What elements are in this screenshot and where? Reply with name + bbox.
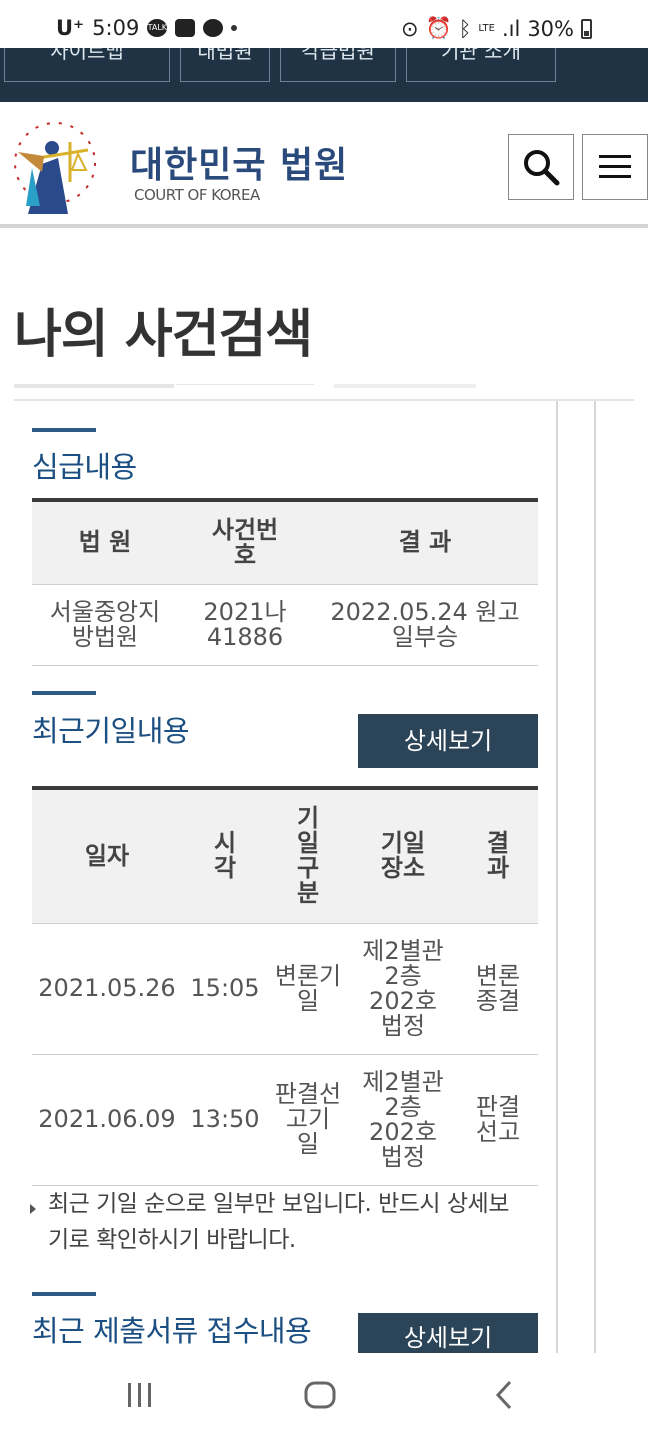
panel-border bbox=[556, 401, 558, 1353]
court-emblem-icon[interactable] bbox=[2, 110, 108, 216]
table-header-row: 법 원 사건번 호 결 과 bbox=[32, 500, 538, 585]
lower-instance-table: 법 원 사건번 호 결 과 서울중앙지 방법원 2021나 41886 2022… bbox=[32, 498, 538, 666]
back-button[interactable] bbox=[482, 1373, 526, 1417]
place-cell: 제2별관 2층 202호 법정 bbox=[348, 1054, 458, 1186]
section-accent-bar bbox=[32, 691, 96, 695]
recent-dates-table: 일자 시 각 기 일 구 분 기일 장소 결 과 2021.05.26 15:0… bbox=[32, 786, 538, 1186]
clock: 5:09 bbox=[92, 16, 140, 40]
tab-strip-segment bbox=[176, 384, 314, 388]
logo-subtitle: COURT OF KOREA bbox=[134, 186, 260, 204]
column-header-case-no: 사건번 호 bbox=[178, 500, 312, 585]
recent-apps-icon bbox=[128, 1383, 151, 1407]
notification-dot-icon bbox=[231, 25, 238, 31]
hamburger-menu-icon bbox=[599, 155, 631, 178]
top-nav-label: 대법원 bbox=[197, 48, 253, 63]
battery-percent: 30% bbox=[527, 16, 574, 41]
type-cell: 변론기 일 bbox=[268, 923, 348, 1055]
case-number-link[interactable]: 2021나 41886 bbox=[178, 584, 312, 666]
time-cell: 13:50 bbox=[182, 1054, 268, 1186]
header-label: 결 과 bbox=[398, 528, 452, 557]
time-cell: 15:05 bbox=[182, 923, 268, 1055]
header-label: 법 원 bbox=[78, 528, 132, 557]
top-nav-button-sitemap[interactable]: 사이트맵 bbox=[4, 48, 170, 82]
recent-apps-button[interactable] bbox=[118, 1373, 162, 1417]
status-left: U⁺ 5:09 TALK bbox=[56, 16, 238, 40]
section-accent-bar bbox=[32, 428, 96, 432]
column-header-place: 기일 장소 bbox=[348, 788, 458, 924]
table-row: 2021.06.09 13:50 판결선 고기 일 제2별관 2층 202호 법… bbox=[32, 1054, 538, 1186]
recent-dates-detail-button[interactable]: 상세보기 bbox=[358, 714, 538, 768]
top-nav-button-courts[interactable]: 각급법원 bbox=[280, 48, 396, 82]
back-icon bbox=[495, 1380, 512, 1410]
site-header: 대한민국 법원 COURT OF KOREA bbox=[0, 102, 648, 228]
recent-documents-detail-button[interactable]: 상세보기 bbox=[358, 1313, 538, 1353]
gallery-icon bbox=[175, 19, 196, 37]
tab-strip-segment bbox=[14, 384, 174, 388]
carrier-label: U⁺ bbox=[56, 16, 85, 40]
top-nav-label: 각급법원 bbox=[301, 48, 375, 63]
header-label: 사건번 호 bbox=[211, 515, 279, 569]
top-navigation: 사이트맵 대법원 각급법원 기관 소개 bbox=[0, 48, 648, 102]
column-header-result: 결 과 bbox=[458, 788, 538, 924]
chat-icon: TALK bbox=[147, 19, 168, 37]
top-nav-label: 사이트맵 bbox=[50, 48, 124, 63]
column-header-result: 결 과 bbox=[312, 500, 538, 585]
table-row: 서울중앙지 방법원 2021나 41886 2022.05.24 원고 일부승 bbox=[32, 584, 538, 666]
panel-border bbox=[594, 401, 596, 1353]
header-label: 일자 bbox=[84, 841, 130, 870]
date-cell: 2021.05.26 bbox=[32, 923, 182, 1055]
page-title: 나의 사건검색 bbox=[14, 305, 313, 365]
menu-button[interactable] bbox=[582, 134, 648, 200]
date-cell: 2021.06.09 bbox=[32, 1054, 182, 1186]
logo-title[interactable]: 대한민국 법원 bbox=[130, 136, 348, 188]
alarm-icon: ⏰ bbox=[425, 16, 452, 40]
bullet-arrow-icon bbox=[30, 1204, 36, 1214]
status-bar: U⁺ 5:09 TALK ⊙ ⏰ ᛒ LTE .ıl 30% bbox=[0, 0, 648, 48]
tab-strip-border bbox=[14, 399, 634, 401]
home-button[interactable] bbox=[298, 1373, 342, 1417]
result-cell: 2022.05.24 원고 일부승 bbox=[312, 584, 538, 666]
search-button[interactable] bbox=[508, 134, 574, 200]
column-header-date: 일자 bbox=[32, 788, 182, 924]
top-nav-button-supreme-court[interactable]: 대법원 bbox=[180, 48, 270, 82]
lock-icon: ⊙ bbox=[400, 16, 419, 41]
system-navigation-bar bbox=[0, 1353, 648, 1440]
signal-icon: .ıl bbox=[501, 16, 521, 41]
place-cell: 제2별관 2층 202호 법정 bbox=[348, 923, 458, 1055]
table-header-row: 일자 시 각 기 일 구 분 기일 장소 결 과 bbox=[32, 788, 538, 924]
top-nav-label: 기관 소개 bbox=[441, 48, 521, 63]
status-right: ⊙ ⏰ ᛒ LTE .ıl 30% bbox=[401, 16, 592, 41]
lower-instance-title: 심급내용 bbox=[32, 450, 137, 484]
result-cell: 변론 종결 bbox=[458, 923, 538, 1055]
recent-documents-title: 최근 제출서류 접수내용 bbox=[32, 1314, 312, 1348]
home-icon bbox=[304, 1381, 336, 1409]
battery-icon bbox=[581, 18, 592, 39]
column-header-court: 법 원 bbox=[32, 500, 178, 585]
bluetooth-icon: ᛒ bbox=[458, 16, 472, 41]
column-header-type: 기 일 구 분 bbox=[268, 788, 348, 924]
recent-dates-title: 최근기일내용 bbox=[32, 714, 190, 748]
lte-label: LTE bbox=[478, 22, 495, 34]
tab-strip-segment bbox=[334, 384, 476, 388]
result-cell: 판결 선고 bbox=[458, 1054, 538, 1186]
column-header-time: 시 각 bbox=[182, 788, 268, 924]
search-icon bbox=[524, 150, 560, 186]
top-nav-button-about[interactable]: 기관 소개 bbox=[406, 48, 556, 82]
section-accent-bar bbox=[32, 1292, 96, 1296]
court-cell: 서울중앙지 방법원 bbox=[32, 584, 178, 666]
recent-dates-note: 최근 기일 순으로 일부만 보입니다. 반드시 상세보기로 확인하시기 바랍니다… bbox=[48, 1191, 509, 1253]
table-row: 2021.05.26 15:05 변론기 일 제2별관 2층 202호 법정 변… bbox=[32, 923, 538, 1055]
type-cell: 판결선 고기 일 bbox=[268, 1054, 348, 1186]
network-icon bbox=[203, 19, 224, 37]
